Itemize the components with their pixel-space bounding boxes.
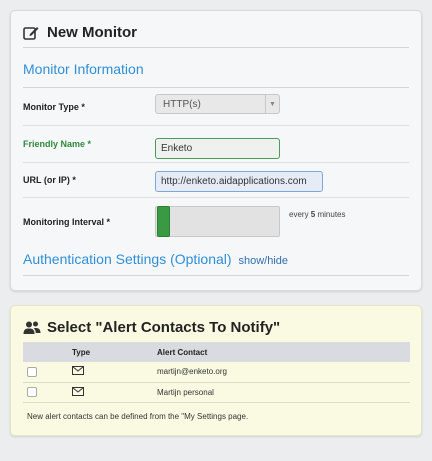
alert-contacts-title: Select "Alert Contacts To Notify" <box>23 313 409 343</box>
friendly-name-label: Friendly Name * <box>23 139 92 149</box>
interval-prefix: every <box>289 210 311 219</box>
auth-show-hide-link[interactable]: show/hide <box>238 255 288 267</box>
envelope-icon <box>72 366 84 377</box>
users-icon <box>23 320 41 336</box>
column-header-type: Type <box>68 342 153 362</box>
monitoring-interval-row: Monitoring Interval * every 5 minutes <box>23 198 409 245</box>
table-row: martijn@enketo.org <box>23 362 410 383</box>
column-header-contact: Alert Contact <box>153 342 410 362</box>
contact-checkbox[interactable] <box>27 387 37 397</box>
alert-contacts-table: Type Alert Contact martijn@enketo.org Ma… <box>23 342 410 403</box>
row-type-cell <box>68 362 153 383</box>
friendly-name-input[interactable]: Enketo <box>155 138 280 159</box>
row-select-cell <box>23 362 68 383</box>
chevron-down-icon: ▼ <box>265 95 279 113</box>
table-header-row: Type Alert Contact <box>23 342 410 362</box>
monitor-type-row: Monitor Type * HTTP(s) ▼ <box>23 89 409 126</box>
alert-contacts-panel: Select "Alert Contacts To Notify" Type A… <box>10 305 422 436</box>
new-monitor-title: New Monitor <box>23 18 409 48</box>
new-monitor-title-text: New Monitor <box>47 24 137 41</box>
envelope-icon <box>72 386 84 398</box>
monitor-information-heading: Monitor Information <box>23 61 409 88</box>
edit-icon <box>23 25 41 41</box>
monitor-type-label: Monitor Type * <box>23 102 85 112</box>
contact-name: Martijn personal <box>153 382 410 403</box>
row-select-cell <box>23 382 68 403</box>
url-label: URL (or IP) * <box>23 175 76 185</box>
url-row: URL (or IP) * http://enketo.aidapplicati… <box>23 163 409 198</box>
authentication-settings-heading: Authentication Settings (Optional) show/… <box>23 251 409 276</box>
slider-handle[interactable] <box>157 206 170 237</box>
alert-contacts-title-text: Select "Alert Contacts To Notify" <box>47 319 281 336</box>
friendly-name-row: Friendly Name * Enketo <box>23 126 409 163</box>
row-type-cell <box>68 382 153 403</box>
authentication-settings-text: Authentication Settings (Optional) <box>23 251 232 267</box>
url-input[interactable]: http://enketo.aidapplications.com <box>155 171 323 192</box>
monitoring-interval-label: Monitoring Interval * <box>23 216 111 227</box>
interval-readout: every 5 minutes <box>289 210 345 219</box>
alert-contacts-footnote: New alert contacts can be defined from t… <box>27 412 249 421</box>
interval-suffix: minutes <box>315 210 346 219</box>
new-monitor-panel: New Monitor Monitor Information Monitor … <box>10 10 422 291</box>
column-header-select <box>23 342 68 362</box>
contact-checkbox[interactable] <box>27 366 37 377</box>
table-row: Martijn personal <box>23 382 410 403</box>
monitoring-interval-slider[interactable] <box>155 206 280 237</box>
monitor-type-select[interactable]: HTTP(s) ▼ <box>155 94 280 114</box>
contact-name: martijn@enketo.org <box>153 362 410 383</box>
monitor-type-value: HTTP(s) <box>163 98 201 110</box>
